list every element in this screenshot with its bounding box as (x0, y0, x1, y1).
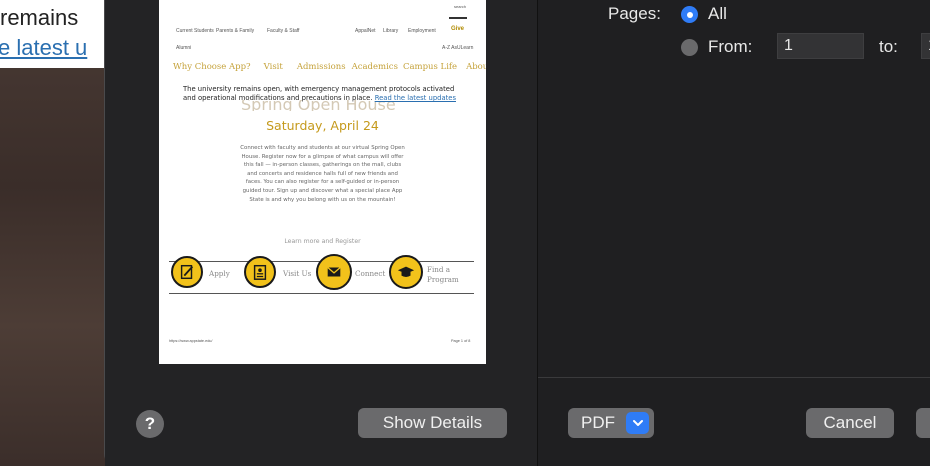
page-preview: search Current Students Parents & Family… (159, 0, 486, 364)
pages-all-label[interactable]: All (708, 4, 727, 24)
preview-nav: Why Choose App? Visit Admissions Academi… (173, 62, 486, 72)
preview-right-link: AppalNet (355, 28, 376, 34)
pages-range-radio[interactable] (681, 39, 698, 56)
preview-footer-url: https://www.appstate.edu/ (169, 339, 213, 343)
notice-link: Read the latest updates (374, 94, 456, 102)
background-browser-page: remains e latest u (0, 0, 110, 466)
preview-footer-page: Page 1 of 8 (451, 339, 471, 343)
show-details-button[interactable]: Show Details (358, 408, 507, 438)
cancel-button[interactable]: Cancel (806, 408, 894, 438)
pages-from-label: From: (708, 37, 753, 56)
footer-divider (538, 377, 930, 378)
preview-right-link: Employment (408, 28, 436, 34)
preview-search-text: search (454, 4, 467, 9)
preview-nav-item: Why Choose App? (173, 62, 251, 72)
graduation-cap-icon (389, 255, 423, 289)
pages-from-field[interactable]: 1 (777, 33, 864, 59)
preview-icon-label: Program (427, 275, 459, 284)
help-button[interactable]: ? (136, 410, 164, 438)
settings-pane: Pages: All From: 1 to: 1 PDF Cancel (538, 0, 930, 466)
preview-body-text: Connect with faculty and students at our… (240, 145, 405, 203)
pages-all-radio[interactable] (681, 6, 698, 23)
pages-to-label: to: (879, 37, 898, 56)
preview-icon-label: Visit Us (283, 269, 312, 278)
preview-nav-item: Admissions (296, 62, 346, 72)
envelope-icon (316, 254, 352, 290)
background-link[interactable]: e latest u (0, 35, 87, 61)
preview-top-link: Current Students (176, 28, 214, 34)
pdf-menu-button[interactable]: PDF (568, 408, 654, 438)
preview-top-link: Faculty & Staff (267, 28, 300, 34)
preview-rule-bottom (169, 293, 474, 294)
preview-notice: The university remains open, with emerge… (183, 85, 465, 103)
pages-label: Pages: (608, 4, 661, 23)
preview-alumni: Alumni (176, 45, 192, 51)
print-button[interactable] (916, 408, 930, 438)
preview-icon-label: Find a (427, 265, 451, 274)
preview-nav-item: Visit (263, 62, 283, 72)
chevron-down-icon (626, 412, 649, 434)
preview-pane: search Current Students Parents & Family… (105, 0, 537, 466)
preview-learn-more: Learn more and Register (284, 238, 361, 245)
preview-top-link: Parents & Family (216, 28, 255, 34)
give-underline (449, 17, 467, 19)
pdf-label: PDF (581, 413, 615, 432)
preview-nav-item: Campus Life (402, 62, 458, 72)
preview-give: Give (451, 26, 465, 32)
preview-nav-item: About (466, 62, 486, 72)
print-dialog: search Current Students Parents & Family… (104, 0, 930, 466)
pages-to-field[interactable]: 1 (921, 33, 930, 59)
preview-event-date: Saturday, April 24 (266, 118, 379, 133)
preview-az-links: A-Z AsULearn (442, 45, 474, 51)
background-text: remains (0, 5, 79, 30)
preview-icon-label: Connect (355, 269, 386, 278)
pencil-paper-icon (171, 256, 203, 288)
id-card-icon (244, 256, 276, 288)
preview-right-link: Library (383, 28, 399, 34)
preview-icon-label: Apply (209, 269, 230, 278)
preview-nav-item: Academics (351, 62, 398, 72)
